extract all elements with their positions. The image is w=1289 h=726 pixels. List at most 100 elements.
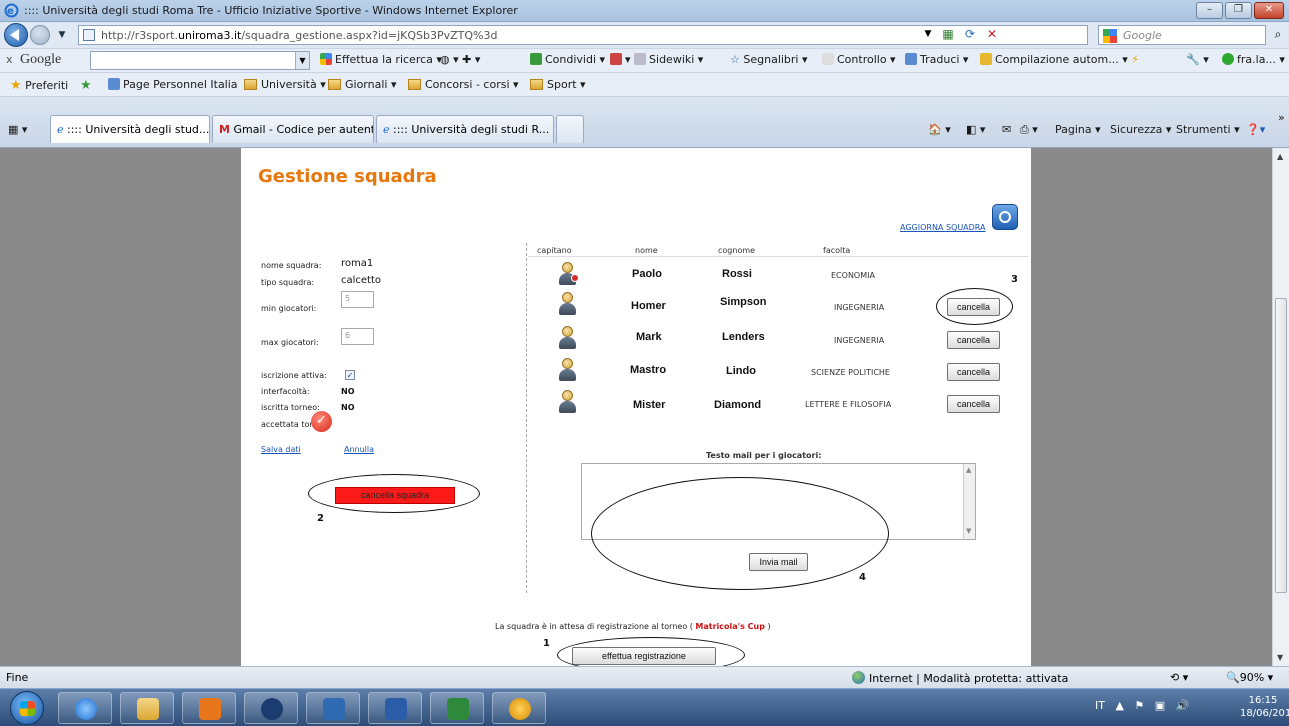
delete-player-button[interactable]: cancella (947, 395, 1000, 413)
annotation-3: 3 (1011, 274, 1018, 285)
url-text: http://r3sport.uniroma3.it/squadra_gesti… (101, 29, 498, 42)
favorite-folder-sport[interactable]: Sport ▾ (530, 78, 586, 91)
favorite-folder-giornali[interactable]: Giornali ▾ (328, 78, 397, 91)
taskbar-word[interactable] (368, 692, 422, 724)
tournament-registered-label: iscritta torneo: (261, 403, 320, 412)
sidewiki-button[interactable]: ▾ Sidewiki ▾ (610, 53, 703, 66)
quick-tabs-icon[interactable]: ▦ ▾ (8, 123, 27, 136)
annotation-ellipse-4 (591, 477, 889, 590)
toolbar-extras[interactable]: ◍ ▾ ✚ ▾ (440, 53, 480, 66)
min-players-label: min giocatori: (261, 304, 317, 313)
tab-gmail[interactable]: M Gmail - Codice per autenti... (212, 115, 374, 143)
textarea-scrollbar[interactable]: ▲ ▼ (963, 464, 975, 539)
team-name-label: nome squadra: (261, 261, 322, 270)
autofill-button[interactable]: Compilazione autom... ▾ ⚡ (980, 53, 1139, 66)
scroll-up-icon[interactable]: ▲ (1277, 152, 1283, 161)
history-dropdown-icon[interactable]: ▼ (54, 27, 70, 43)
close-window-button[interactable]: ✕ (1254, 2, 1284, 19)
player-last-name: Rossi (722, 268, 752, 280)
feeds-button[interactable]: ◧ ▾ (966, 123, 985, 136)
page-menu[interactable]: Pagina ▾ (1055, 123, 1101, 136)
toolbar-close-icon[interactable]: x (6, 53, 13, 66)
security-menu[interactable]: Sicurezza ▾ (1110, 123, 1171, 136)
window-title: :::: Università degli studi Roma Tre - U… (24, 4, 518, 17)
ie-tab-icon: ℯ (57, 123, 64, 136)
scroll-down-icon[interactable]: ▼ (1277, 653, 1283, 662)
interfaculty-value: NO (341, 387, 355, 396)
favorite-folder-concorsi[interactable]: Concorsi - corsi ▾ (408, 78, 519, 91)
settings-button[interactable]: 🔧 ▾ (1186, 53, 1209, 66)
taskbar-outlook[interactable] (182, 692, 236, 724)
save-data-link[interactable]: Salva dati (261, 445, 301, 454)
help-button[interactable]: ❓▾ (1246, 123, 1265, 136)
taskbar-explorer[interactable] (120, 692, 174, 724)
cancel-link[interactable]: Annulla (344, 445, 374, 454)
refresh-team-link[interactable]: AGGIORNA SQUADRA (900, 223, 986, 232)
search-icon[interactable]: ⌕ (1270, 26, 1286, 42)
delete-player-button[interactable]: cancella (947, 363, 1000, 381)
protected-mode-icon[interactable]: ⟲ ▾ (1170, 671, 1188, 684)
clock[interactable]: 16:1518/06/2010 (1240, 694, 1289, 720)
tab-universita-1[interactable]: ℯ :::: Università degli stud... ✕ (50, 115, 210, 143)
google-search-input[interactable]: ▼ (90, 51, 310, 70)
tools-menu[interactable]: Strumenti ▾ (1176, 123, 1240, 136)
translate-button[interactable]: Traduci ▾ (905, 53, 968, 66)
zoom-level[interactable]: 🔍90% ▾ (1226, 671, 1273, 684)
refresh-team-icon[interactable] (992, 204, 1018, 230)
home-button[interactable]: 🏠 ▾ (928, 123, 951, 136)
send-mail-button[interactable]: Invia mail (749, 553, 808, 571)
url-dropdown-icon[interactable]: ▼ (920, 26, 936, 42)
user-account-button[interactable]: fra.la... ▾ (1222, 53, 1285, 66)
active-registration-checkbox[interactable]: ✓ (345, 370, 355, 380)
back-button[interactable] (4, 23, 28, 47)
taskbar-hp[interactable] (244, 692, 298, 724)
start-button[interactable] (10, 691, 44, 725)
favorite-folder-universita[interactable]: Università ▾ (244, 78, 326, 91)
taskbar-app[interactable] (492, 692, 546, 724)
chevron-right-icon[interactable]: » (1278, 111, 1285, 124)
accepted-check-icon: ✓ (311, 411, 332, 432)
tab-universita-2[interactable]: ℯ :::: Università degli studi R... (376, 115, 554, 143)
ie-icon (75, 698, 97, 720)
chevron-down-icon[interactable]: ▼ (295, 52, 309, 69)
sidewiki-icon (610, 53, 622, 65)
player-faculty: INGEGNERIA (834, 303, 885, 312)
new-tab-button[interactable] (556, 115, 584, 143)
taskbar-ie[interactable] (58, 692, 112, 724)
folder-icon (244, 79, 257, 90)
bookmarks-button[interactable]: ☆ Segnalibri ▾ (730, 53, 808, 66)
refresh-icon[interactable]: ⟳ (962, 26, 978, 42)
google-search-button[interactable]: Effettua la ricerca ▾ (320, 53, 442, 66)
taskbar-excel[interactable] (430, 692, 484, 724)
security-zone[interactable]: Internet | Modalità protetta: attivata (852, 671, 1068, 685)
google-logo-icon (1103, 29, 1117, 43)
max-players-input[interactable]: 6 (341, 328, 374, 345)
web-page: Gestione squadra AGGIORNA SQUADRA nome s… (241, 148, 1031, 666)
team-name-value: roma1 (341, 258, 374, 269)
mail-button[interactable]: ✉ (1002, 123, 1011, 136)
active-registration-label: iscrizione attiva: (261, 371, 327, 380)
favorites-button[interactable]: ★ Preferiti (10, 78, 68, 93)
system-tray[interactable]: IT ▲ ⚑ ▣ 🔊 (1095, 699, 1189, 712)
stop-icon[interactable]: ✕ (984, 26, 1000, 42)
url-field[interactable]: http://r3sport.uniroma3.it/squadra_gesti… (78, 25, 1088, 45)
share-button[interactable]: Condividi ▾ (530, 53, 605, 66)
search-input[interactable]: Google (1098, 25, 1266, 45)
page-scrollbar[interactable]: ▲ ▼ (1272, 148, 1289, 666)
favorite-page-personnel[interactable]: Page Personnel Italia (108, 78, 238, 91)
delete-player-button[interactable]: cancella (947, 331, 1000, 349)
app-icon (509, 698, 531, 720)
print-button[interactable]: ⎙ ▾ (1020, 123, 1038, 137)
spellcheck-button[interactable]: Controllo ▾ (822, 53, 896, 66)
taskbar-tasks[interactable] (306, 692, 360, 724)
captain-avatar-icon (557, 262, 579, 286)
min-players-input[interactable]: 5 (341, 291, 374, 308)
player-avatar-icon (557, 390, 579, 414)
add-favorite-button[interactable]: ★ (80, 78, 92, 93)
scrollbar-thumb[interactable] (1275, 298, 1287, 593)
minimize-button[interactable]: – (1196, 2, 1223, 19)
maximize-button[interactable]: ❐ (1225, 2, 1252, 19)
forward-button[interactable] (30, 25, 50, 45)
compatibility-icon[interactable]: ▦ (940, 26, 956, 42)
folder-icon (137, 698, 159, 720)
